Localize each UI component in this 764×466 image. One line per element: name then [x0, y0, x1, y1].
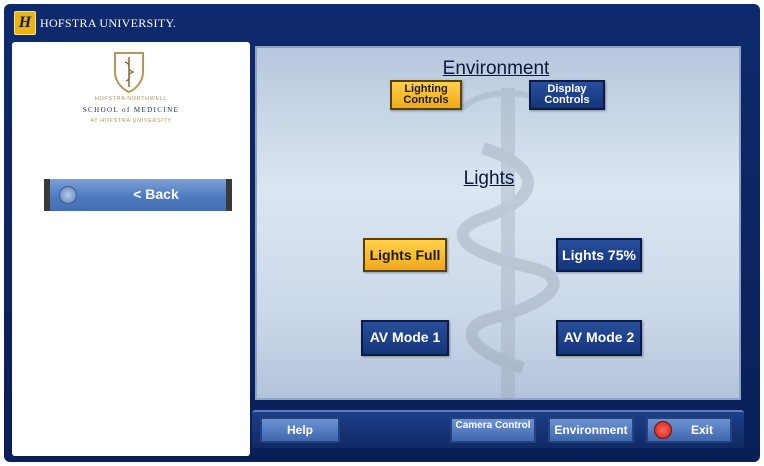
- brand-title: HOFSTRA UNIVERSITY.: [40, 16, 177, 30]
- tab-lighting-controls[interactable]: Lighting Controls: [390, 80, 462, 110]
- lights-heading: Lights: [463, 168, 515, 189]
- lights-75-button[interactable]: Lights 75%: [556, 238, 642, 272]
- tab-display-controls[interactable]: Display Controls: [529, 80, 605, 110]
- exit-button[interactable]: Exit: [646, 417, 732, 443]
- camera-control-button[interactable]: Camera Control: [450, 417, 536, 443]
- crest-icon: [114, 52, 144, 94]
- main-panel: Environment Lighting Controls Display Co…: [255, 46, 741, 400]
- exit-button-label: Exit: [690, 423, 713, 437]
- power-icon: [654, 421, 672, 439]
- school-name-line3: AT HOFSTRA UNIVERSITY: [90, 118, 172, 124]
- school-name-line1: HOFSTRA NORTHWELL: [94, 96, 168, 102]
- av-mode-2-button[interactable]: AV Mode 2: [556, 320, 642, 356]
- back-button-label: < Back: [133, 186, 179, 202]
- environment-heading: Environment: [442, 58, 550, 79]
- home-icon: [59, 186, 77, 204]
- school-name-line2: SCHOOL of MEDICINE: [82, 106, 180, 114]
- lights-full-button[interactable]: Lights Full: [363, 238, 447, 272]
- bottom-toolbar: Help Camera Control Environment Exit: [252, 410, 744, 448]
- environment-button[interactable]: Environment: [548, 417, 634, 443]
- back-button[interactable]: < Back: [44, 179, 232, 211]
- caduceus-icon: [456, 88, 560, 398]
- help-button[interactable]: Help: [260, 417, 340, 443]
- top-bar: H HOFSTRA UNIVERSITY.: [4, 4, 760, 40]
- left-panel: HOFSTRA NORTHWELL SCHOOL of MEDICINE AT …: [12, 42, 250, 456]
- hofstra-logo-icon: H: [14, 11, 36, 35]
- av-mode-1-button[interactable]: AV Mode 1: [361, 320, 449, 356]
